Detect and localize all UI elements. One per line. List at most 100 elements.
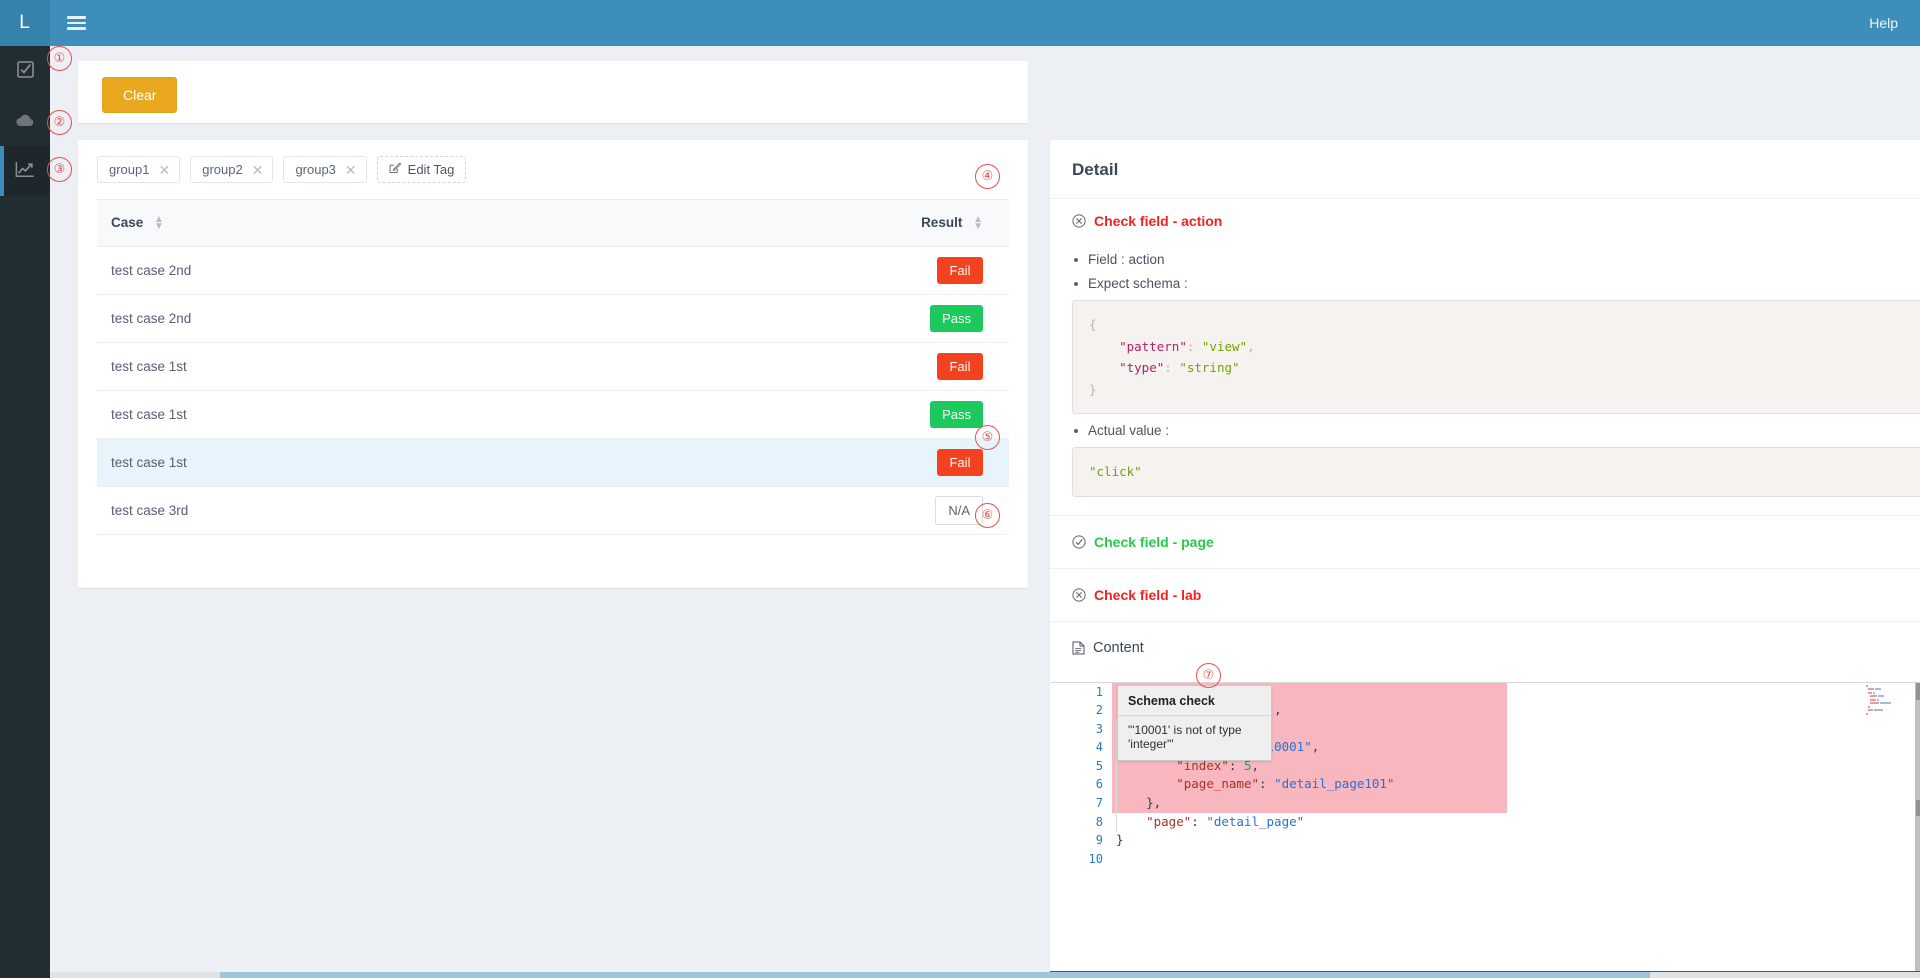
- detail-panel: Detail Check field - action ⌄ Field : ac…: [1050, 140, 1920, 978]
- top-header-bar: L Help: [0, 0, 1920, 46]
- code-line[interactable]: "page": "detail_page": [1112, 813, 1920, 832]
- close-icon[interactable]: ✕: [252, 163, 264, 177]
- code-line[interactable]: },: [1112, 794, 1920, 813]
- cell-result: Fail: [566, 246, 1009, 295]
- sort-icon[interactable]: ▲ ▼: [154, 215, 164, 232]
- clear-button[interactable]: Clear: [102, 77, 178, 113]
- section-header-check-field-page[interactable]: Check field - page ›: [1050, 516, 1920, 568]
- checkbox-icon: [16, 61, 34, 81]
- code-line[interactable]: [1112, 850, 1920, 869]
- section-header-content[interactable]: Content ⌄: [1050, 622, 1920, 672]
- edit-tag-button[interactable]: Edit Tag: [376, 156, 467, 183]
- editor-line-number-gutter: 1 2 3 4 5 6 7 8 9 10: [1050, 682, 1112, 971]
- close-icon[interactable]: ✕: [345, 163, 357, 177]
- actual-value-code: "click": [1072, 447, 1920, 497]
- hamburger-icon[interactable]: [50, 0, 102, 46]
- edit-tag-label: Edit Tag: [407, 162, 455, 177]
- bullet-field: Field : action: [1072, 252, 1920, 267]
- tag-filter-bar: group1 ✕ group2 ✕ group3 ✕ Edit Tag: [78, 140, 1028, 193]
- section-content: Content ⌄ 12345678910 { "action": "click…: [1050, 622, 1920, 972]
- column-label: Case: [111, 215, 144, 230]
- table-row[interactable]: test case 1st Pass: [97, 390, 1009, 439]
- code-line-text: }: [1116, 832, 1124, 848]
- code-line[interactable]: }: [1112, 831, 1920, 850]
- hamburger-bars: [66, 13, 86, 33]
- section-check-field-action: Check field - action ⌄ Field : action Ex…: [1050, 199, 1920, 516]
- minimap-line: [1865, 705, 1899, 708]
- annotation-marker-4: ④: [975, 164, 1000, 189]
- page-horizontal-scrollbar[interactable]: [50, 972, 1920, 978]
- cell-case: test case 1st: [97, 390, 567, 439]
- sidebar-rail: [0, 46, 50, 978]
- case-list-card: group1 ✕ group2 ✕ group3 ✕ Edit Tag Case…: [78, 140, 1028, 588]
- line-number: 3: [1095, 721, 1103, 736]
- annotation-marker-3: ③: [47, 157, 72, 182]
- app-logo[interactable]: L: [0, 0, 50, 46]
- section-label: Check field - lab: [1094, 586, 1202, 603]
- line-number: 1: [1095, 684, 1103, 699]
- cell-case: test case 1st: [97, 438, 567, 487]
- chart-line-icon: [15, 161, 35, 181]
- table-row[interactable]: test case 3rd N/A: [97, 486, 1009, 535]
- column-header-result[interactable]: Result ▲ ▼: [566, 199, 1009, 247]
- bullet-expect-schema: Expect schema :: [1072, 276, 1920, 291]
- annotation-marker-6: ⑥: [975, 503, 1000, 528]
- section-check-field-lab: Check field - lab ›: [1050, 569, 1920, 622]
- status-badge: Pass: [930, 304, 983, 332]
- line-number: 6: [1095, 777, 1103, 792]
- line-number: 7: [1095, 796, 1103, 811]
- editor-vertical-scrollbar[interactable]: [1915, 682, 1920, 971]
- table-row[interactable]: test case 2nd Fail: [97, 246, 1009, 295]
- cell-case: test case 2nd: [97, 294, 567, 343]
- sidebar-item-report[interactable]: [0, 146, 50, 196]
- status-badge: Fail: [937, 256, 983, 284]
- code-line[interactable]: "page_name": "detail_page101": [1112, 775, 1920, 795]
- status-badge: Pass: [930, 400, 983, 428]
- cell-result: Fail: [566, 438, 1009, 487]
- scrollbar-thumb[interactable]: [220, 972, 1650, 978]
- table-row[interactable]: test case 1st Fail: [97, 438, 1009, 487]
- sort-icon[interactable]: ▲ ▼: [973, 215, 983, 232]
- section-label: Check field - action: [1094, 213, 1223, 229]
- sidebar-item-cloud[interactable]: [0, 96, 50, 146]
- minimap-line: [1865, 712, 1899, 715]
- error-circle-icon: [1072, 214, 1086, 228]
- sidebar-item-checks[interactable]: [0, 46, 50, 96]
- minimap-line: [1865, 695, 1899, 697]
- section-body-check-field-action: Field : action Expect schema : { "patter…: [1050, 252, 1920, 515]
- actual-bullet-list: Actual value :: [1072, 423, 1920, 438]
- editor-minimap[interactable]: [1865, 684, 1899, 971]
- schema-check-tooltip: Schema check "'10001' is not of type 'in…: [1117, 684, 1272, 761]
- tag-chip-group1[interactable]: group1 ✕: [97, 156, 181, 183]
- help-link[interactable]: Help: [1869, 15, 1898, 31]
- tag-chip-group3[interactable]: group3 ✕: [283, 156, 367, 183]
- tag-label: group3: [295, 162, 336, 177]
- table-row[interactable]: test case 2nd Pass: [97, 294, 1009, 343]
- cell-case: test case 1st: [97, 342, 567, 391]
- close-icon[interactable]: ✕: [158, 163, 170, 177]
- tag-label: group2: [202, 162, 243, 177]
- document-icon: [1072, 641, 1085, 655]
- schema-code-line: "type": "string": [1119, 360, 1240, 375]
- table-header-row: Case ▲ ▼ Result ▲ ▼: [97, 199, 1009, 247]
- cloud-icon: [15, 113, 35, 130]
- error-circle-icon: [1072, 587, 1086, 602]
- json-code-editor[interactable]: 12345678910 { "action": "click", "lab": …: [1050, 681, 1920, 972]
- code-line-text: "page": "detail_page": [1146, 813, 1305, 829]
- annotation-marker-5: ⑤: [975, 425, 1000, 450]
- table-row[interactable]: test case 1st Fail: [97, 342, 1009, 391]
- tag-chip-group2[interactable]: group2 ✕: [190, 156, 274, 183]
- scrollbar-thumb-top: [1916, 682, 1920, 700]
- column-header-case[interactable]: Case ▲ ▼: [97, 199, 567, 247]
- error-highlight: [1112, 794, 1507, 813]
- section-check-field-page: Check field - page ›: [1050, 516, 1920, 569]
- section-header-check-field-action[interactable]: Check field - action ⌄: [1050, 199, 1920, 243]
- tooltip-title: Schema check: [1118, 686, 1271, 716]
- line-number: 9: [1095, 833, 1103, 848]
- actual-value-text: "click": [1089, 464, 1142, 479]
- table-body: test case 2nd Fail test case 2nd Pass test c…: [97, 246, 1009, 535]
- line-number: 10: [1088, 851, 1103, 866]
- tooltip-message: "'10001' is not of type 'integer'": [1128, 722, 1242, 751]
- cell-case: test case 3rd: [97, 486, 567, 535]
- section-header-check-field-lab[interactable]: Check field - lab ›: [1050, 569, 1920, 621]
